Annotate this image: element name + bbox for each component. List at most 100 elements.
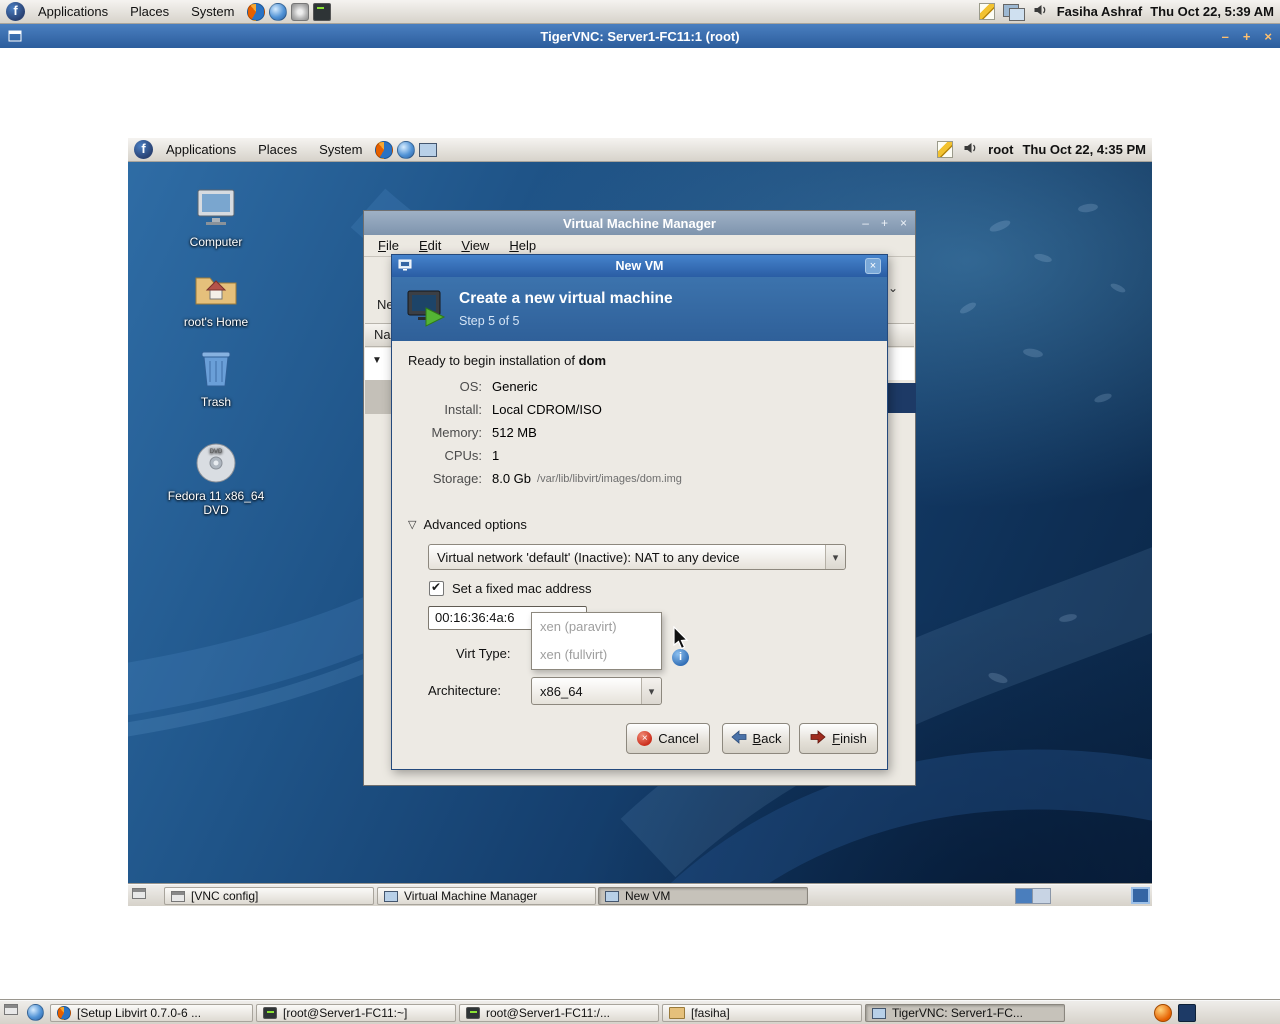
summary-value: Generic [492, 379, 538, 394]
monitor-icon [384, 891, 398, 902]
desktop-icon-home[interactable]: root's Home [166, 264, 266, 329]
host-top-panel: f Applications Places System Fasiha Ashr… [0, 0, 1280, 24]
ready-prefix: Ready to begin installation of [408, 353, 579, 368]
volume-tray-icon[interactable] [1032, 2, 1049, 21]
vmm-menu-help[interactable]: Help [499, 236, 546, 255]
taskbar-item-setup-libvirt[interactable]: [Setup Libvirt 0.7.0-6 ... [50, 1004, 253, 1022]
show-desktop-icon[interactable] [1131, 887, 1150, 904]
monitor-icon [605, 891, 619, 902]
advanced-options-expander[interactable]: ▽ Advanced options [408, 517, 527, 532]
vmm-minimize-button[interactable]: – [862, 216, 869, 230]
selinux-tray-icon[interactable] [1178, 1004, 1196, 1022]
remote-notes-tray-icon[interactable] [937, 141, 953, 158]
finish-arrow-icon [810, 730, 826, 747]
vmm-close-button[interactable]: × [900, 216, 907, 230]
vnc-minimize-button[interactable]: – [1222, 29, 1229, 44]
mac-checkbox-row: ✔ Set a fixed mac address [429, 581, 591, 596]
vnc-maximize-button[interactable]: + [1243, 29, 1251, 44]
host-window-list-icon[interactable] [4, 1004, 18, 1015]
expander-triangle-icon[interactable]: ▽ [408, 518, 416, 531]
remote-clock[interactable]: Thu Oct 22, 4:35 PM [1022, 142, 1146, 157]
desktop-icon-trash[interactable]: Trash [166, 344, 266, 409]
taskbar-item-label: [fasiha] [691, 1006, 730, 1020]
remote-volume-tray-icon[interactable] [962, 140, 979, 159]
workspace-1[interactable] [1016, 889, 1033, 903]
taskbar-item-vnc-config[interactable]: [VNC config] [164, 887, 374, 905]
finish-button[interactable]: Finish [799, 723, 878, 754]
taskbar-item-label: [VNC config] [191, 889, 258, 903]
vmm-menu-edit[interactable]: Edit [409, 236, 451, 255]
vnc-window-titlebar[interactable]: TigerVNC: Server1-FC11:1 (root) – + × [0, 24, 1280, 48]
remote-menu-applications[interactable]: Applications [157, 140, 245, 159]
remote-web-launcher-icon[interactable] [397, 141, 415, 159]
tree-expander-icon[interactable]: ▼ [372, 355, 382, 366]
screenshot-launcher-icon[interactable] [291, 3, 309, 21]
summary-row-install: Install: Local CDROM/ISO [408, 398, 682, 421]
back-button[interactable]: Back [722, 723, 790, 754]
vnc-close-button[interactable]: × [1264, 29, 1272, 44]
host-username[interactable]: Fasiha Ashraf [1057, 4, 1143, 19]
taskbar-item-fasiha[interactable]: [fasiha] [662, 1004, 862, 1022]
cancel-button[interactable]: × Cancel [626, 723, 710, 754]
window-icon [171, 891, 185, 902]
remote-menu-places[interactable]: Places [249, 140, 306, 159]
summary-value: 8.0 Gb [492, 471, 531, 486]
remote-username[interactable]: root [988, 142, 1013, 157]
desktop-icon-label: root's Home [166, 315, 266, 329]
taskbar-item-tigervnc[interactable]: TigerVNC: Server1-FC... [865, 1004, 1065, 1022]
terminal-icon [263, 1007, 277, 1019]
host-menu-places[interactable]: Places [121, 2, 178, 21]
remote-menu-system[interactable]: System [310, 140, 371, 159]
workspace-switcher[interactable] [1015, 888, 1051, 904]
vmm-view-combo-arrow-icon[interactable]: ⌄ [888, 281, 898, 295]
host-menu-applications[interactable]: Applications [29, 2, 117, 21]
summary-label: OS: [408, 379, 482, 394]
virt-type-dropdown-list: xen (paravirt) xen (fullvirt) [531, 612, 662, 670]
remote-fedora-menu-icon[interactable]: f [134, 140, 153, 159]
remote-display-launcher-icon[interactable] [419, 143, 437, 157]
remote-desktop: f Applications Places System root Thu Oc… [128, 138, 1152, 906]
new-vm-body: Ready to begin installation of dom OS: G… [392, 341, 887, 769]
host-tray-globe-icon[interactable] [27, 1004, 44, 1021]
taskbar-item-label: TigerVNC: Server1-FC... [892, 1006, 1023, 1020]
architecture-select-arrow-icon[interactable]: ▾ [641, 678, 661, 704]
taskbar-item-new-vm[interactable]: New VM [598, 887, 808, 905]
new-vm-titlebar[interactable]: New VM × [392, 255, 887, 277]
update-tray-icon[interactable] [1154, 1004, 1172, 1022]
vmm-menu-file[interactable]: File [368, 236, 409, 255]
cancel-button-label: Cancel [658, 731, 698, 746]
vmm-window-title: Virtual Machine Manager [364, 216, 915, 231]
desktop-icon-computer[interactable]: Computer [166, 184, 266, 249]
virt-type-option-paravirt[interactable]: xen (paravirt) [532, 613, 661, 641]
firefox-launcher-icon[interactable] [247, 3, 265, 21]
taskbar-item-root-terminal-2[interactable]: root@Server1-FC11:/... [459, 1004, 659, 1022]
host-menu-system[interactable]: System [182, 2, 243, 21]
mac-checkbox[interactable]: ✔ [429, 581, 444, 596]
summary-label: CPUs: [408, 448, 482, 463]
terminal-launcher-icon[interactable] [313, 3, 331, 21]
host-clock[interactable]: Thu Oct 22, 5:39 AM [1150, 4, 1274, 19]
fedora-menu-icon[interactable]: f [6, 2, 25, 21]
new-vm-close-button[interactable]: × [865, 258, 881, 274]
vmm-titlebar[interactable]: Virtual Machine Manager – + × [364, 211, 915, 235]
desktop-icon-dvd[interactable]: DVD Fedora 11 x86_64 DVD [166, 438, 266, 517]
network-select[interactable]: Virtual network 'default' (Inactive): NA… [428, 544, 846, 570]
virt-type-option-fullvirt[interactable]: xen (fullvirt) [532, 641, 661, 669]
summary-label: Memory: [408, 425, 482, 440]
network-select-arrow-icon[interactable]: ▾ [825, 545, 845, 569]
display-tray-icon[interactable] [1003, 4, 1024, 20]
vmm-maximize-button[interactable]: + [881, 216, 888, 230]
folder-icon [669, 1007, 685, 1019]
workspace-2[interactable] [1033, 889, 1050, 903]
architecture-select[interactable]: x86_64 ▾ [531, 677, 662, 705]
window-list-icon[interactable] [132, 888, 146, 899]
web-launcher-icon[interactable] [269, 3, 287, 21]
taskbar-item-label: Virtual Machine Manager [404, 889, 537, 903]
taskbar-item-vmm[interactable]: Virtual Machine Manager [377, 887, 596, 905]
dvd-disc-label: DVD [210, 449, 223, 455]
storage-path: /var/lib/libvirt/images/dom.img [537, 473, 682, 485]
notes-tray-icon[interactable] [979, 3, 995, 20]
vmm-menu-view[interactable]: View [451, 236, 499, 255]
remote-firefox-launcher-icon[interactable] [375, 141, 393, 159]
taskbar-item-root-terminal[interactable]: [root@Server1-FC11:~] [256, 1004, 456, 1022]
